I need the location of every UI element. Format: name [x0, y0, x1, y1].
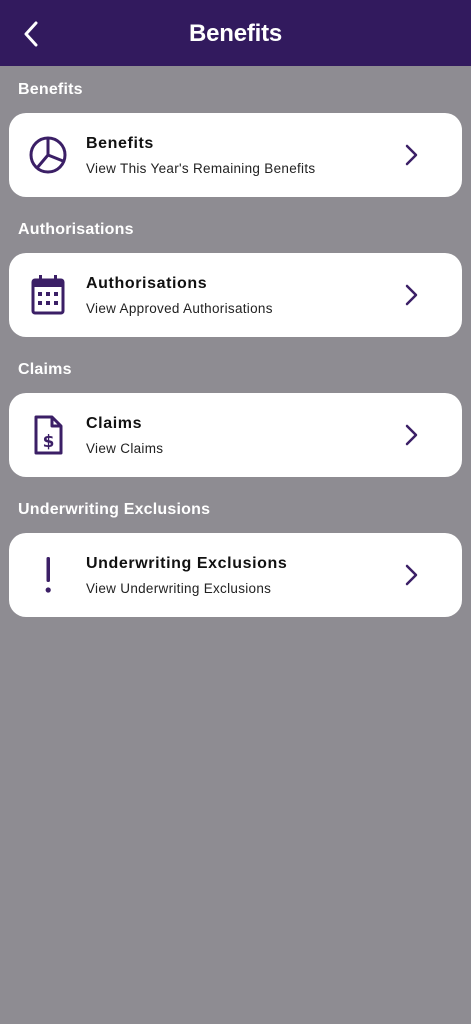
dollar-document-icon: $ — [27, 413, 69, 457]
svg-text:$: $ — [43, 432, 55, 452]
chevron-right-icon — [401, 283, 421, 307]
chevron-right-icon — [401, 423, 421, 447]
card-subtitle-claims: View Claims — [86, 441, 164, 456]
claims-card[interactable]: $ Claims View Claims — [9, 393, 462, 477]
card-subtitle-benefits: View This Year's Remaining Benefits — [86, 161, 316, 176]
card-subtitle-authorisations: View Approved Authorisations — [86, 301, 273, 316]
benefits-card[interactable]: Benefits View This Year's Remaining Bene… — [9, 113, 462, 197]
card-title-underwriting-exclusions: Underwriting Exclusions — [86, 555, 288, 572]
card-title-benefits: Benefits — [86, 135, 154, 152]
exclamation-icon — [27, 553, 69, 597]
chevron-right-icon — [401, 143, 421, 167]
authorisations-card[interactable]: Authorisations View Approved Authorisati… — [9, 253, 462, 337]
card-subtitle-underwriting-exclusions: View Underwriting Exclusions — [86, 581, 272, 596]
section-label-claims: Claims — [18, 361, 72, 378]
underwriting-exclusions-card[interactable]: Underwriting Exclusions View Underwritin… — [9, 533, 462, 617]
card-title-authorisations: Authorisations — [86, 275, 208, 292]
pie-chart-icon — [27, 133, 69, 177]
section-label-benefits: Benefits — [18, 81, 83, 98]
section-label-authorisations: Authorisations — [18, 221, 134, 238]
chevron-right-icon — [401, 563, 421, 587]
card-title-claims: Claims — [86, 415, 143, 432]
calendar-icon — [27, 273, 69, 317]
section-label-underwriting-exclusions: Underwriting Exclusions — [18, 501, 211, 518]
app-header: Benefits — [0, 0, 471, 66]
page-title: Benefits — [188, 20, 283, 47]
